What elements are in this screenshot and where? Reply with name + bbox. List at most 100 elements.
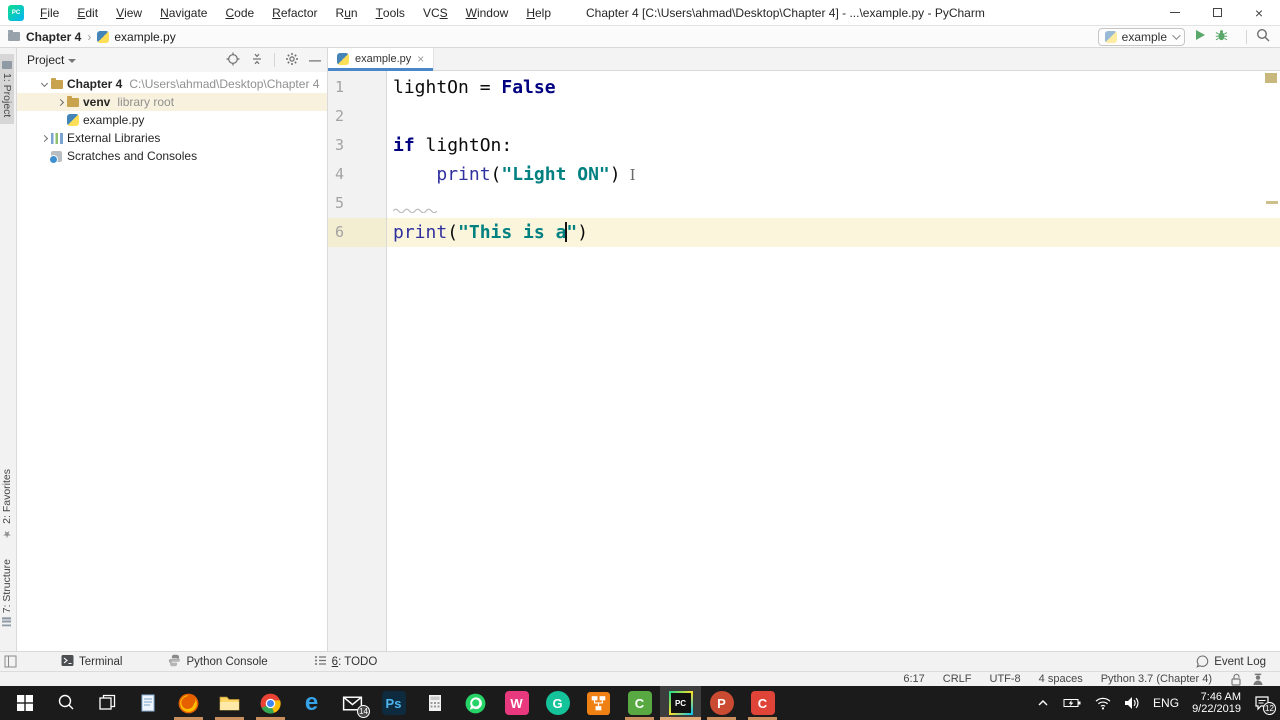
run-configuration-select[interactable]: example	[1097, 27, 1185, 46]
tool-tab-label: 1: Project	[1, 73, 13, 118]
tab-close-icon[interactable]: ×	[417, 53, 424, 65]
code-line-4[interactable]: print("Light ON") I	[387, 160, 1280, 189]
hector-inspections-icon[interactable]	[1252, 673, 1264, 686]
tool-window-switcher-icon	[4, 655, 17, 668]
minimize-button[interactable]	[1154, 0, 1196, 25]
filmora-taskbar-button[interactable]: W	[496, 686, 537, 720]
tree-item-venv[interactable]: venv library root	[17, 93, 327, 111]
toolbar-separator	[274, 53, 275, 67]
close-button[interactable]: ×	[1238, 0, 1280, 25]
line-ending[interactable]: CRLF	[943, 673, 972, 685]
firefox-taskbar-button[interactable]	[168, 686, 209, 720]
breadcrumb-file[interactable]: example.py	[114, 30, 175, 44]
start-taskbar-button[interactable]	[4, 686, 45, 720]
caret-position[interactable]: 6:17	[903, 673, 924, 685]
whatsapp-taskbar-button[interactable]	[455, 686, 496, 720]
settings-button[interactable]	[285, 52, 299, 69]
menu-help[interactable]: Help	[517, 0, 560, 25]
search-everywhere-button[interactable]	[1256, 28, 1270, 45]
line-number: 2	[335, 107, 345, 125]
editor-tab-example-py[interactable]: example.py ×	[328, 48, 435, 71]
hide-panel-button[interactable]: —	[309, 53, 321, 67]
grammarly-icon: G	[545, 691, 570, 715]
code-line-3[interactable]: if lightOn:	[387, 131, 1280, 160]
indent-style[interactable]: 4 spaces	[1039, 673, 1083, 685]
menu-refactor[interactable]: Refactor	[263, 0, 326, 25]
menu-edit[interactable]: Edit	[68, 0, 107, 25]
tree-item-scratches-and-consoles[interactable]: Scratches and Consoles	[17, 147, 327, 165]
tab-label: example.py	[355, 53, 412, 65]
notepad-taskbar-button[interactable]	[127, 686, 168, 720]
powerpoint-taskbar-button[interactable]: P	[701, 686, 742, 720]
diagram-taskbar-button[interactable]	[578, 686, 619, 720]
edge-taskbar-button[interactable]: e	[291, 686, 332, 720]
code-line-1[interactable]: lightOn = False	[387, 73, 1280, 102]
menu-tools[interactable]: Tools	[367, 0, 414, 25]
chevron-right-icon[interactable]	[37, 134, 51, 142]
mail-taskbar-button[interactable]: 14	[332, 686, 373, 720]
photoshop-taskbar-button[interactable]: Ps	[373, 686, 414, 720]
code-editor[interactable]: 1 2 3 4 5 6 lightOn = False if lightOn: print(…	[328, 71, 1280, 651]
tree-item-external-libraries[interactable]: External Libraries	[17, 129, 327, 147]
editor-tab-bar: example.py ×	[328, 48, 1280, 71]
project-panel-title[interactable]: Project	[27, 53, 64, 67]
language-indicator[interactable]: ENG	[1153, 696, 1179, 710]
volume-icon[interactable]	[1124, 696, 1140, 710]
grammarly-taskbar-button[interactable]: G	[537, 686, 578, 720]
chevron-down-icon	[68, 58, 77, 63]
event-log-button[interactable]: Event Log	[1196, 655, 1280, 668]
menu-code[interactable]: Code	[216, 0, 263, 25]
action-center-button[interactable]: 12	[1254, 695, 1276, 715]
battery-icon[interactable]	[1063, 697, 1082, 709]
tool-window-switcher-button[interactable]	[4, 655, 17, 668]
debug-button[interactable]	[1215, 29, 1228, 45]
camtasia-recorder-taskbar-button[interactable]: C	[742, 686, 783, 720]
wifi-icon[interactable]	[1095, 697, 1111, 710]
menu-view[interactable]: View	[107, 0, 151, 25]
code-line-2[interactable]	[387, 102, 1280, 131]
tool-window-button-terminal[interactable]: Terminal	[61, 654, 122, 670]
chevron-right-icon[interactable]	[53, 98, 67, 106]
warning-scroll-marker[interactable]	[1266, 201, 1278, 204]
task-view-taskbar-button[interactable]	[86, 686, 127, 720]
clock[interactable]: 7:46 AM 9/22/2019	[1192, 691, 1241, 715]
tree-item-example-py[interactable]: example.py	[17, 111, 327, 129]
camtasia-taskbar-button[interactable]: C	[619, 686, 660, 720]
tool-tab-project[interactable]: 1: Project	[0, 54, 14, 125]
collapse-all-button[interactable]	[250, 52, 264, 69]
file-encoding[interactable]: UTF-8	[990, 673, 1021, 685]
run-button[interactable]	[1194, 29, 1206, 44]
menu-vcs[interactable]: VC S	[414, 0, 457, 25]
inspection-status-square[interactable]	[1265, 73, 1277, 83]
search-taskbar-button[interactable]	[45, 686, 86, 720]
tool-tab-structure[interactable]: 7: Structure	[0, 552, 14, 633]
chrome-taskbar-button[interactable]	[250, 686, 291, 720]
event-log-icon	[1196, 655, 1209, 668]
menu-navigate[interactable]: Navigate	[151, 0, 216, 25]
menu-window[interactable]: Window	[457, 0, 518, 25]
chevron-down-icon[interactable]	[37, 79, 51, 87]
pycharm-taskbar-button[interactable]: PC	[660, 686, 701, 720]
photoshop-icon: Ps	[381, 691, 406, 715]
maximize-icon	[1212, 8, 1222, 17]
breadcrumb-project[interactable]: Chapter 4	[26, 30, 81, 44]
tray-chevron-up-icon[interactable]	[1036, 696, 1050, 710]
calculator-taskbar-button[interactable]	[414, 686, 455, 720]
code-line-5[interactable]	[387, 189, 1280, 218]
toolbar-separator	[1246, 29, 1247, 44]
python-interpreter[interactable]: Python 3.7 (Chapter 4)	[1101, 673, 1212, 685]
tree-item-chapter-4[interactable]: Chapter 4 C:\Users\ahmad\Desktop\Chapter …	[17, 75, 327, 93]
tool-window-button-6-todo[interactable]: 6: TODO	[314, 654, 377, 670]
locate-button[interactable]	[226, 52, 240, 69]
tool-window-button-python-console[interactable]: Python Console	[168, 654, 268, 670]
tool-tab-favorites[interactable]: ★ 2: Favorites	[0, 462, 14, 546]
project-tree: Chapter 4 C:\Users\ahmad\Desktop\Chapter …	[17, 72, 327, 165]
menu-run[interactable]: Run	[327, 0, 367, 25]
close-icon: ×	[1254, 4, 1264, 21]
maximize-button[interactable]	[1196, 0, 1238, 25]
lock-icon[interactable]	[1230, 673, 1242, 686]
file-explorer-taskbar-button[interactable]	[209, 686, 250, 720]
code-line-6[interactable]: print("This is a")	[387, 218, 1280, 247]
menu-file[interactable]: File	[31, 0, 68, 25]
search-icon	[1256, 28, 1270, 42]
